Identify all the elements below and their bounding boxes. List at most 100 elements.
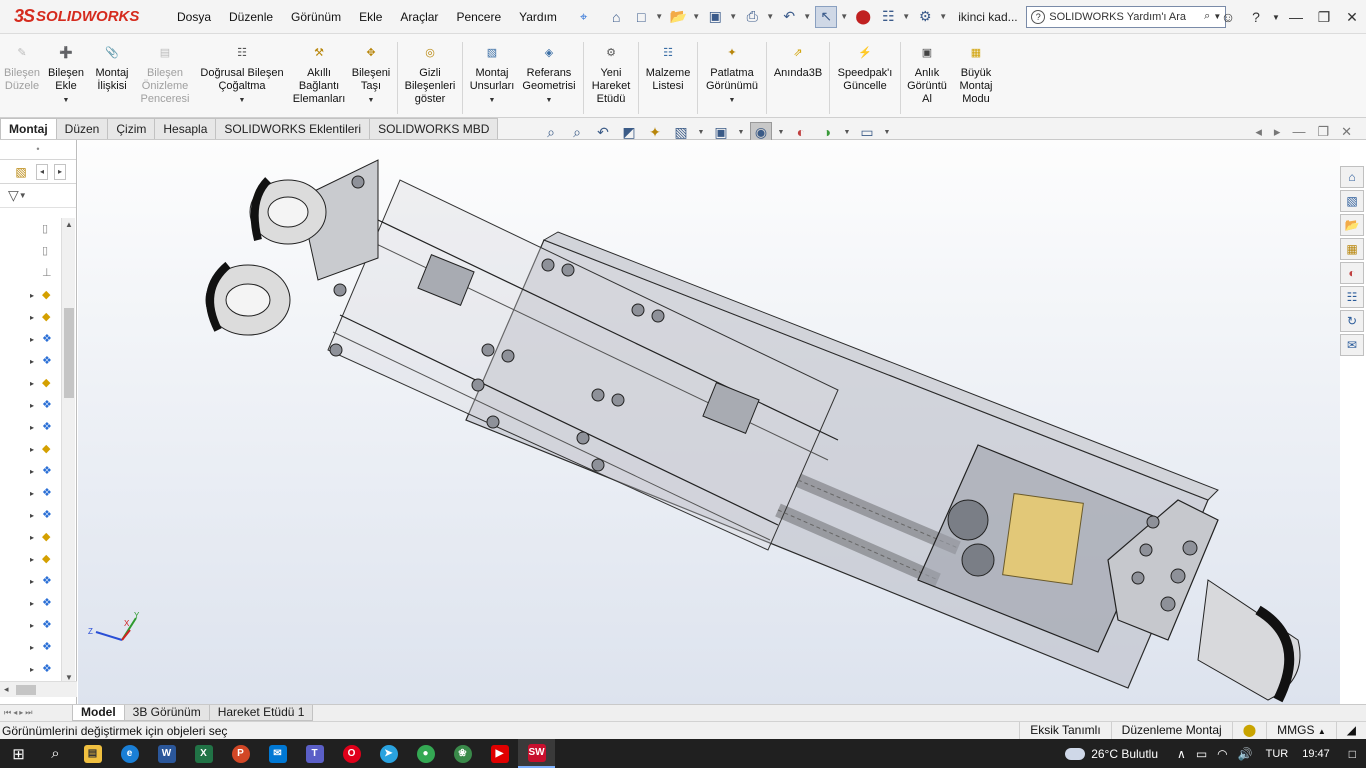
restore-icon[interactable]: ❐: [1310, 9, 1338, 26]
telegram-icon[interactable]: ➤: [370, 739, 407, 768]
appearances-icon[interactable]: ◐: [1340, 262, 1364, 284]
tree-item-doc[interactable]: ▯: [0, 240, 62, 262]
solidworks-forum-icon[interactable]: ↻: [1340, 310, 1364, 332]
tree-item-part[interactable]: ▸ ❖: [0, 416, 62, 438]
component-preview-window-button[interactable]: ▤ Bileşen Önizleme Penceresi: [136, 42, 194, 106]
instant3d-button[interactable]: ⇗ Anında3B: [770, 42, 826, 80]
graphics-area[interactable]: Y Z X: [78, 140, 1340, 704]
community-chat-icon[interactable]: ✉: [1340, 334, 1364, 356]
linear-pattern-dropdown-icon[interactable]: ▼: [239, 94, 246, 107]
close-icon[interactable]: ✕: [1338, 9, 1366, 26]
tab-3d-view[interactable]: 3B Görünüm: [123, 705, 210, 721]
unit-system[interactable]: MMGS ▲: [1266, 721, 1336, 740]
next-tab-icon[interactable]: ▸: [19, 708, 23, 718]
hscroll-thumb[interactable]: [16, 685, 36, 695]
tab-hesapla[interactable]: Hesapla: [154, 118, 217, 139]
tree-item-part[interactable]: ▸ ❖: [0, 658, 62, 680]
expand-icon[interactable]: ▸: [30, 357, 42, 366]
linear-component-pattern-button[interactable]: ☷ Doğrusal Bileşen Çoğaltma ▼: [194, 42, 290, 107]
undo-icon[interactable]: ↶: [778, 6, 800, 28]
tab-duzen[interactable]: Düzen: [55, 118, 109, 139]
tree-item-part[interactable]: ▸ ❖: [0, 614, 62, 636]
tab-eklentiler[interactable]: SOLIDWORKS Eklentileri: [215, 118, 371, 139]
new-motion-study-button[interactable]: ⚙ Yeni Hareket Etüdü: [587, 42, 635, 106]
windows-start-icon[interactable]: ⊞: [0, 739, 37, 768]
display-style-dropdown-icon[interactable]: ▼: [736, 122, 746, 142]
expand-icon[interactable]: ▸: [30, 467, 42, 476]
expand-icon[interactable]: ▸: [30, 445, 42, 454]
expand-icon[interactable]: ▸: [30, 335, 42, 344]
tree-item-part[interactable]: ▸ ❖: [0, 592, 62, 614]
expand-icon[interactable]: ▸: [30, 621, 42, 630]
help-dropdown-icon[interactable]: ▼: [1270, 13, 1282, 22]
tree-item-part[interactable]: ▸ ◆: [0, 526, 62, 548]
youtube-icon[interactable]: ▶: [481, 739, 518, 768]
weather-widget[interactable]: 26°C Bulutlu: [1065, 747, 1158, 761]
options-gear-icon[interactable]: ⚙: [914, 6, 936, 28]
tab-mbd[interactable]: SOLIDWORKS MBD: [369, 118, 499, 139]
menu-ekle[interactable]: Ekle: [350, 10, 391, 24]
edge-browser-icon[interactable]: e: [111, 739, 148, 768]
view-orientation-dropdown-icon[interactable]: ▼: [696, 122, 706, 142]
save-dropdown-icon[interactable]: ▼: [729, 12, 738, 21]
help-icon[interactable]: ?: [1242, 9, 1270, 25]
update-speedpak-button[interactable]: ⚡ Speedpak'ı Güncelle: [833, 42, 897, 93]
tree-item-doc[interactable]: ▯: [0, 218, 62, 240]
tab-montaj[interactable]: Montaj: [0, 118, 57, 139]
open-folder-icon[interactable]: 📂: [667, 6, 689, 28]
large-assembly-mode-button[interactable]: ▦ Büyük Montaj Modu: [950, 42, 1002, 106]
view-settings-dropdown-icon[interactable]: ▼: [882, 122, 892, 142]
hide-show-items-icon[interactable]: ◉: [750, 122, 772, 142]
insert-component-button[interactable]: ➕ Bileşen Ekle ▼: [44, 42, 88, 107]
properties-dropdown-icon[interactable]: ▼: [902, 12, 911, 21]
expand-icon[interactable]: ▸: [30, 643, 42, 652]
user-name[interactable]: ikinci kad...: [958, 10, 1020, 24]
menu-gorunum[interactable]: Görünüm: [282, 10, 350, 24]
opera-icon[interactable]: O: [333, 739, 370, 768]
user-account-icon[interactable]: ☺: [1214, 9, 1242, 25]
print-icon[interactable]: ⎙: [741, 6, 763, 28]
edit-appearance-icon[interactable]: ◐: [790, 122, 812, 142]
menu-duzenle[interactable]: Düzenle: [220, 10, 282, 24]
doc-previous-icon[interactable]: ◂: [1255, 124, 1262, 140]
design-library-icon[interactable]: ▧: [1340, 190, 1364, 212]
filter-dropdown-icon[interactable]: ▼: [19, 191, 27, 200]
file-properties-icon[interactable]: ☷: [877, 6, 899, 28]
select-dropdown-icon[interactable]: ▼: [840, 12, 849, 21]
menu-pencere[interactable]: Pencere: [447, 10, 510, 24]
scroll-thumb[interactable]: [64, 308, 74, 398]
dynamic-annotation-icon[interactable]: ✦: [644, 122, 666, 142]
view-settings-monitor-icon[interactable]: ▭: [856, 122, 878, 142]
exploded-view-dropdown-icon[interactable]: ▼: [729, 94, 736, 107]
reference-geometry-dropdown-icon[interactable]: ▼: [546, 94, 553, 107]
tab-motion-study[interactable]: Hareket Etüdü 1: [208, 705, 314, 721]
select-arrow-icon[interactable]: ↖: [815, 5, 838, 28]
custom-properties-icon[interactable]: ☷: [1340, 286, 1364, 308]
chrome-icon[interactable]: ●: [407, 739, 444, 768]
feature-tree-tab-icon[interactable]: ▧: [12, 163, 30, 181]
tab-scroll-left-icon[interactable]: ◂: [36, 163, 48, 180]
scene-dropdown-icon[interactable]: ▼: [842, 122, 852, 142]
assembly-model-view[interactable]: [78, 140, 1340, 704]
doc-next-icon[interactable]: ▸: [1274, 124, 1281, 140]
mate-button[interactable]: 📎 Montaj İlişkisi: [88, 42, 136, 93]
expand-icon[interactable]: ▸: [30, 511, 42, 520]
zoom-to-fit-icon[interactable]: ⌕: [540, 122, 562, 142]
insert-component-dropdown-icon[interactable]: ▼: [63, 94, 70, 107]
clock[interactable]: 19:47: [1302, 748, 1330, 760]
solidworks-resources-icon[interactable]: ⌂: [1340, 166, 1364, 188]
expand-icon[interactable]: ▸: [30, 423, 42, 432]
search-icon[interactable]: ⌕: [1204, 10, 1210, 23]
pin-menu-icon[interactable]: ⌖: [580, 9, 587, 25]
tree-vertical-scrollbar[interactable]: ▲ ▼: [61, 218, 75, 688]
rebuild-status-icon[interactable]: ⬤: [1231, 721, 1266, 740]
solidworks-taskbar-icon[interactable]: SW: [518, 739, 555, 768]
view-orientation-icon[interactable]: ▧: [670, 122, 692, 142]
expand-icon[interactable]: ▸: [30, 379, 42, 388]
expand-icon[interactable]: ▸: [30, 313, 42, 322]
expand-icon[interactable]: ▸: [30, 291, 42, 300]
expand-icon[interactable]: ▸: [30, 599, 42, 608]
expand-icon[interactable]: ▸: [30, 489, 42, 498]
open-dropdown-icon[interactable]: ▼: [692, 12, 701, 21]
tree-item-part[interactable]: ▸ ❖: [0, 636, 62, 658]
